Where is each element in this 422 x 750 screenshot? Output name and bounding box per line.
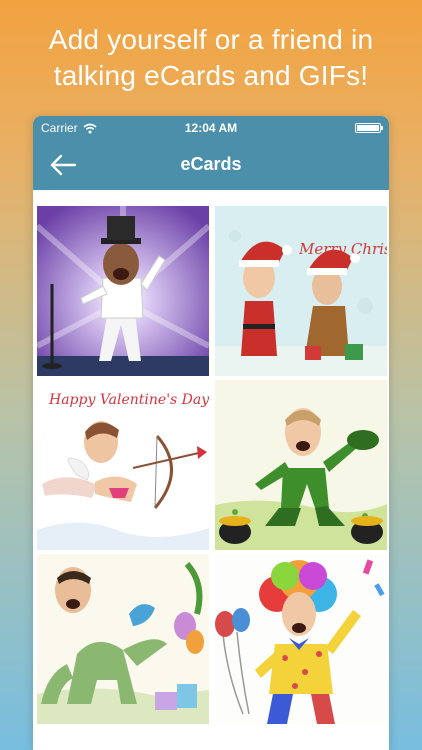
nav-title: eCards xyxy=(180,154,242,174)
promo-headline: Add yourself or a friend in talking eCar… xyxy=(0,22,422,94)
ecard-leprechaun[interactable] xyxy=(215,380,387,550)
ecard-dinosaur-party[interactable] xyxy=(37,554,209,724)
status-time: 12:04 AM xyxy=(184,121,238,135)
ecard-valentine[interactable]: Happy Valentine's Day! xyxy=(37,380,209,550)
valentine-caption: Happy Valentine's Day! xyxy=(48,392,209,408)
status-bar: Carrier 12:04 AM xyxy=(33,116,389,140)
ecard-singer[interactable] xyxy=(37,206,209,376)
valentine-illustration: Happy Valentine's Day! xyxy=(37,380,209,550)
ecard-clown[interactable] xyxy=(215,554,387,724)
dinosaur-illustration xyxy=(37,554,209,724)
leprechaun-illustration xyxy=(215,380,387,550)
ecard-christmas[interactable]: Merry Christmas xyxy=(215,206,387,376)
phone-screen: Carrier 12:04 AM eCards Merry Chri Happy… xyxy=(33,116,389,750)
clown-illustration xyxy=(215,554,387,724)
singer-illustration xyxy=(37,206,209,376)
christmas-illustration: Merry Christmas xyxy=(215,206,387,376)
battery-icon xyxy=(355,123,383,133)
promo-line-1: Add yourself or a friend in xyxy=(48,24,374,55)
promo-line-2: talking eCards and GIFs! xyxy=(53,60,369,91)
ecard-grid: Merry Christmas Happy Valen xyxy=(33,190,389,750)
nav-bar: eCards xyxy=(33,140,389,190)
